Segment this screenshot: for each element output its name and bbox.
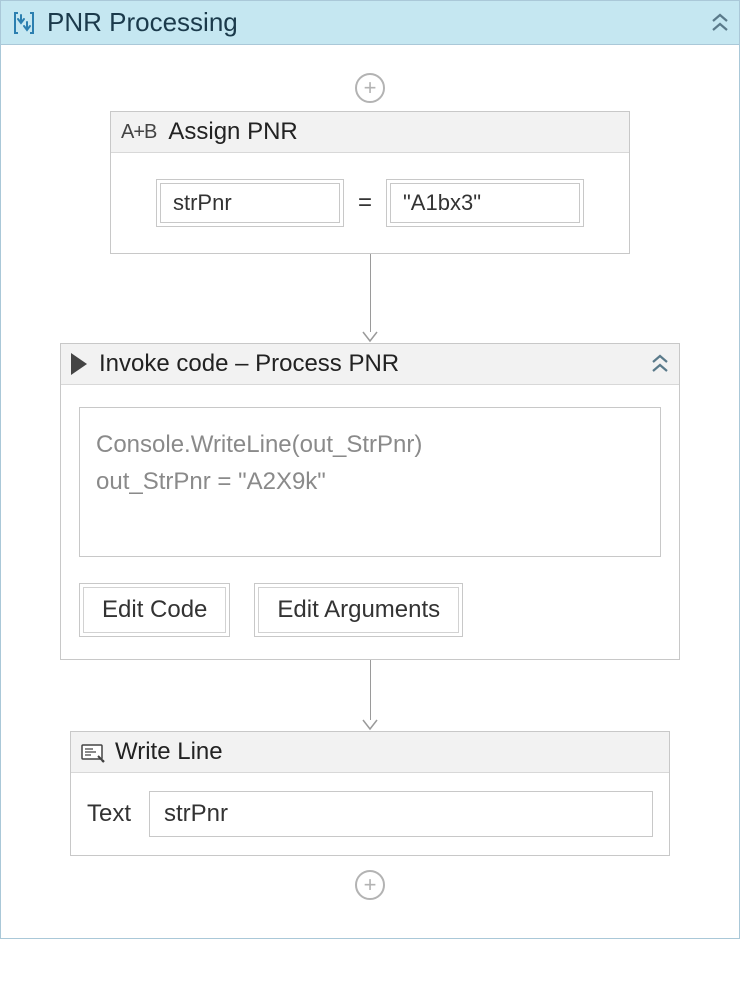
sequence-title: PNR Processing [47, 7, 701, 38]
writeline-icon [81, 743, 103, 761]
edit-code-label: Edit Code [83, 587, 226, 633]
add-activity-top-button[interactable]: + [355, 73, 385, 103]
assign-to-input[interactable] [160, 183, 340, 223]
writeline-text-label: Text [87, 800, 131, 828]
add-activity-bottom-button[interactable]: + [355, 870, 385, 900]
flow-arrow [362, 254, 378, 343]
writeline-activity[interactable]: Write Line Text [70, 731, 670, 856]
edit-arguments-button[interactable]: Edit Arguments [254, 583, 463, 637]
writeline-title: Write Line [115, 738, 223, 766]
invoke-code-header[interactable]: Invoke code – Process PNR [61, 344, 679, 385]
edit-code-button[interactable]: Edit Code [79, 583, 230, 637]
writeline-header[interactable]: Write Line [71, 732, 669, 773]
plus-icon: + [364, 874, 377, 896]
collapse-up-icon[interactable] [711, 13, 729, 33]
invoke-code-body: Console.WriteLine(out_StrPnr) out_StrPnr… [61, 385, 679, 659]
writeline-body: Text [71, 773, 669, 855]
assign-activity-title: Assign PNR [168, 118, 297, 146]
collapse-up-icon[interactable] [651, 354, 669, 374]
invoke-code-title: Invoke code – Process PNR [99, 350, 399, 378]
assign-activity-header[interactable]: A+B Assign PNR [111, 112, 629, 153]
flow-arrow [362, 660, 378, 731]
assign-activity[interactable]: A+B Assign PNR = [110, 111, 630, 254]
plus-icon: + [364, 77, 377, 99]
assign-value-input[interactable] [390, 183, 580, 223]
assign-activity-body: = [111, 153, 629, 253]
invoke-code-activity[interactable]: Invoke code – Process PNR Console.WriteL… [60, 343, 680, 660]
assign-to-wrapper [156, 179, 344, 227]
assign-icon: A+B [121, 121, 156, 144]
sequence-icon [11, 10, 37, 36]
sequence-container: PNR Processing + A+B Assign PNR [0, 0, 740, 939]
sequence-body: + A+B Assign PNR = [1, 45, 739, 938]
expand-triangle-icon[interactable] [71, 353, 87, 375]
edit-arguments-label: Edit Arguments [258, 587, 459, 633]
equals-sign: = [358, 189, 372, 217]
sequence-header[interactable]: PNR Processing [1, 1, 739, 45]
writeline-text-input[interactable] [149, 791, 653, 837]
assign-value-wrapper [386, 179, 584, 227]
code-preview[interactable]: Console.WriteLine(out_StrPnr) out_StrPnr… [79, 407, 661, 557]
